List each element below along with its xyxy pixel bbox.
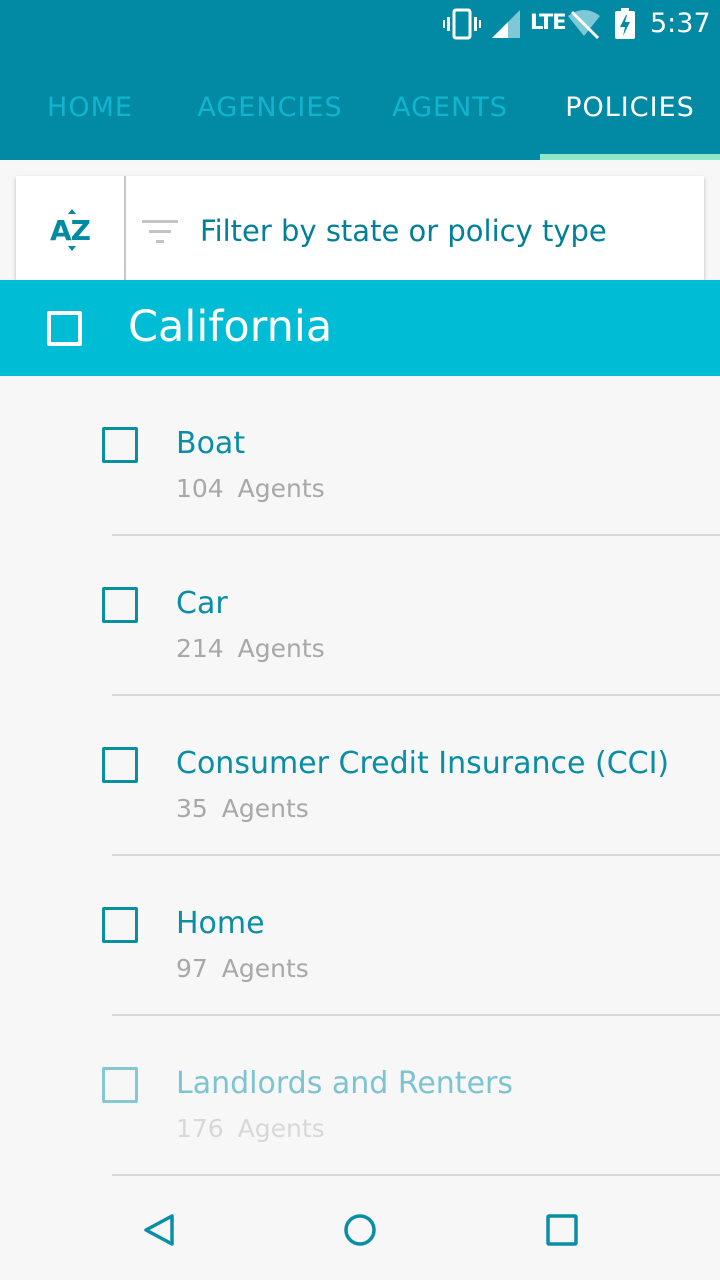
network-type: LTE [530,10,567,34]
policy-title: Consumer Credit Insurance (CCI) [176,746,670,781]
wifi-off-icon [568,10,600,40]
agent-count-value: 176 [176,1114,224,1143]
tab-policies[interactable]: POLICIES [540,72,720,160]
policy-list: Boat 104 Agents Car 214 Agents Consumer … [0,376,720,1180]
navigation-bar [0,1180,720,1280]
policy-title: Boat [176,426,246,461]
state-section-header[interactable]: California [0,280,720,376]
tab-bar: HOME AGENCIES AGENTS POLICIES [0,72,720,160]
agent-count-unit: Agents [221,794,309,823]
agent-count: 104 Agents [176,474,325,503]
back-icon[interactable] [140,1210,180,1250]
agent-count: 97 Agents [176,954,309,983]
agent-count: 176 Agents [176,1114,325,1143]
section-checkbox[interactable] [47,311,82,346]
list-item[interactable]: Car 214 Agents [0,536,720,696]
tab-agents[interactable]: AGENTS [360,72,540,160]
agent-count-unit: Agents [237,1114,325,1143]
status-bar: LTE 5:37 [0,0,720,48]
recents-square-icon[interactable] [542,1210,582,1250]
list-item[interactable]: Landlords and Renters 176 Agents [0,1016,720,1176]
home-circle-icon[interactable] [340,1210,380,1250]
filter-input[interactable]: Filter by state or policy type [200,214,607,248]
battery-charging-icon [615,8,635,39]
agent-count-unit: Agents [221,954,309,983]
sort-az-label: AZ [50,214,91,247]
list-item[interactable]: Consumer Credit Insurance (CCI) 35 Agent… [0,696,720,856]
agent-count: 35 Agents [176,794,309,823]
policy-title: Home [176,906,265,941]
tab-indicator [540,154,720,160]
app-bar: LTE 5:37 HOME AGENCIES AGENTS POLICIES [0,0,720,160]
item-checkbox[interactable] [102,747,138,783]
item-checkbox[interactable] [102,587,138,623]
filter-card: AZ Filter by state or policy type [16,176,704,288]
item-checkbox[interactable] [102,1067,138,1103]
list-item[interactable]: Boat 104 Agents [0,376,720,536]
policy-title: Car [176,586,228,621]
item-checkbox[interactable] [102,907,138,943]
sort-button[interactable]: AZ [16,176,126,288]
agent-count-value: 35 [176,794,208,823]
agent-count-unit: Agents [237,634,325,663]
signal-icon [492,10,520,38]
tab-agencies[interactable]: AGENCIES [180,72,360,160]
vibrate-icon [443,8,481,40]
policy-title: Landlords and Renters [176,1066,513,1101]
list-item[interactable]: Home 97 Agents [0,856,720,1016]
agent-count: 214 Agents [176,634,325,663]
divider [112,1174,720,1176]
filter-icon [142,220,178,243]
item-checkbox[interactable] [102,427,138,463]
section-title: California [128,302,333,352]
tab-home[interactable]: HOME [0,72,180,160]
agent-count-unit: Agents [237,474,325,503]
agent-count-value: 104 [176,474,224,503]
agent-count-value: 97 [176,954,208,983]
status-time: 5:37 [650,8,711,39]
agent-count-value: 214 [176,634,224,663]
